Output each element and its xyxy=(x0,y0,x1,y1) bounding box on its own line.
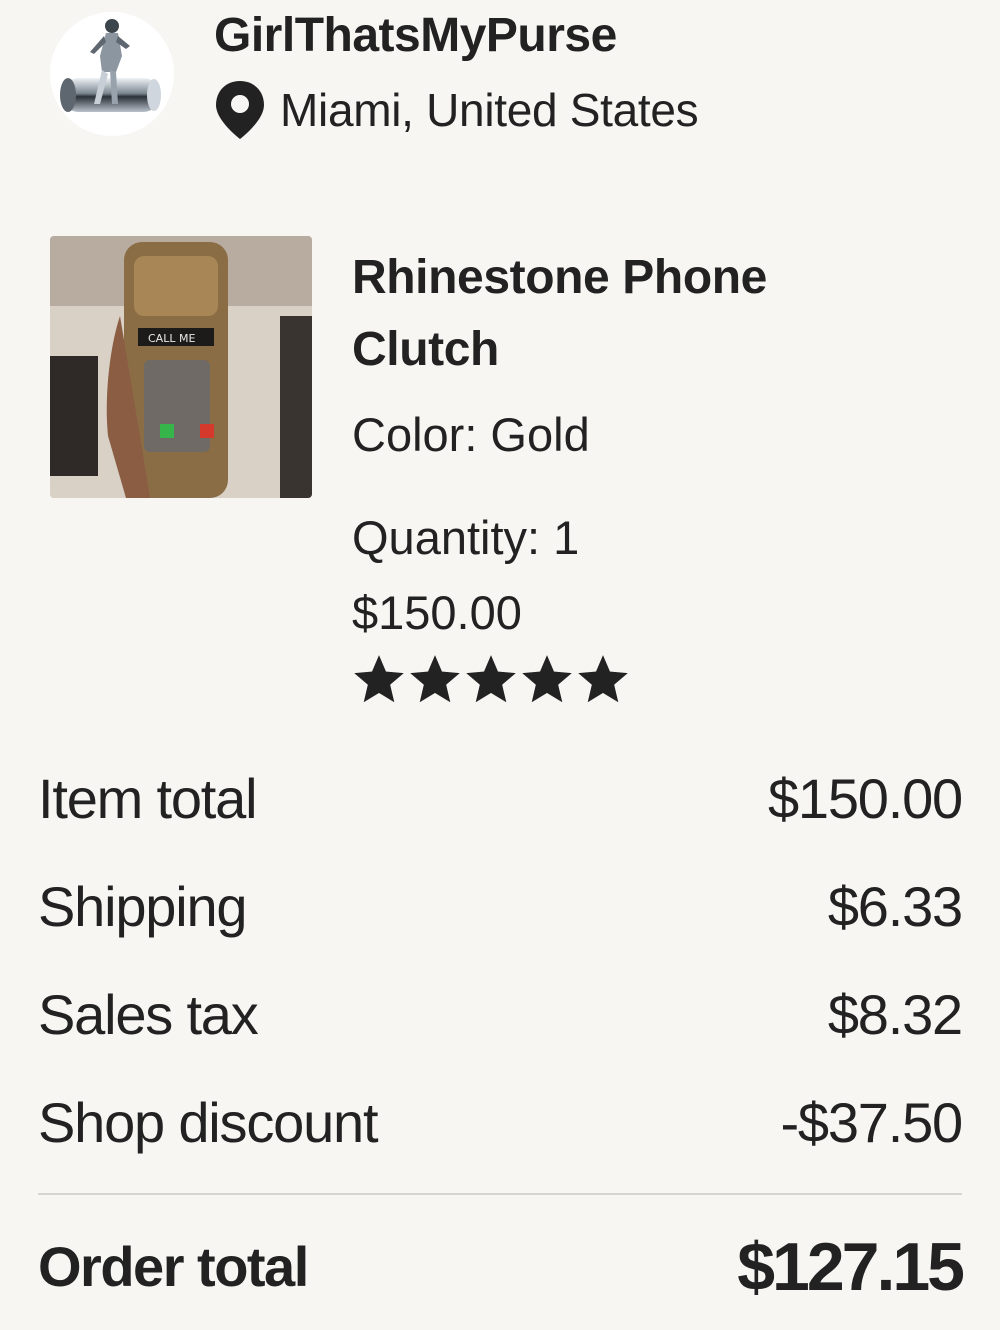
star-icon xyxy=(578,655,628,703)
item-variation: Color: Gold xyxy=(352,408,590,461)
summary-value: $150.00 xyxy=(767,767,963,830)
order-item: CALL ME Rhinestone Phone Clutch Color: G… xyxy=(0,230,1000,720)
item-thumbnail[interactable]: CALL ME xyxy=(50,236,312,498)
summary-label: Shop discount xyxy=(38,1091,379,1154)
shop-avatar[interactable] xyxy=(50,12,174,136)
item-quantity: Quantity: 1 xyxy=(352,511,580,564)
item-photo-icon: CALL ME xyxy=(50,236,312,498)
summary-label: Shipping xyxy=(38,875,248,938)
shop-logo-icon xyxy=(50,12,174,136)
summary-row-shipping: Shipping $6.33 xyxy=(38,853,963,961)
summary-value: $6.33 xyxy=(827,875,963,938)
summary-row-shop-discount: Shop discount -$37.50 xyxy=(38,1069,963,1177)
shop-location: Miami, United States xyxy=(212,78,699,142)
summary-divider xyxy=(38,1193,962,1195)
shop-location-text: Miami, United States xyxy=(280,84,699,136)
summary-row-item-total: Item total $150.00 xyxy=(38,745,963,853)
summary-label: Sales tax xyxy=(38,983,259,1046)
order-total-value: $127.15 xyxy=(737,1229,965,1305)
summary-row-sales-tax: Sales tax $8.32 xyxy=(38,961,963,1069)
item-title[interactable]: Rhinestone Phone Clutch xyxy=(352,242,912,386)
star-icon xyxy=(410,655,460,703)
shop-name[interactable]: GirlThatsMyPurse xyxy=(214,8,617,64)
item-price: $150.00 xyxy=(352,586,522,639)
item-rating[interactable] xyxy=(352,654,630,706)
summary-row-order-total: Order total $127.15 xyxy=(38,1213,965,1321)
summary-value: -$37.50 xyxy=(780,1091,963,1154)
summary-value: $8.32 xyxy=(827,983,963,1046)
star-icon xyxy=(466,655,516,703)
summary-label: Item total xyxy=(38,767,258,830)
order-total-label: Order total xyxy=(38,1235,309,1298)
map-pin-icon xyxy=(212,78,268,142)
star-icon xyxy=(522,655,572,703)
shop-header: GirlThatsMyPurse Miami, United States xyxy=(0,0,1000,150)
star-icon xyxy=(354,655,404,703)
thumbnail-caption: CALL ME xyxy=(148,332,195,345)
